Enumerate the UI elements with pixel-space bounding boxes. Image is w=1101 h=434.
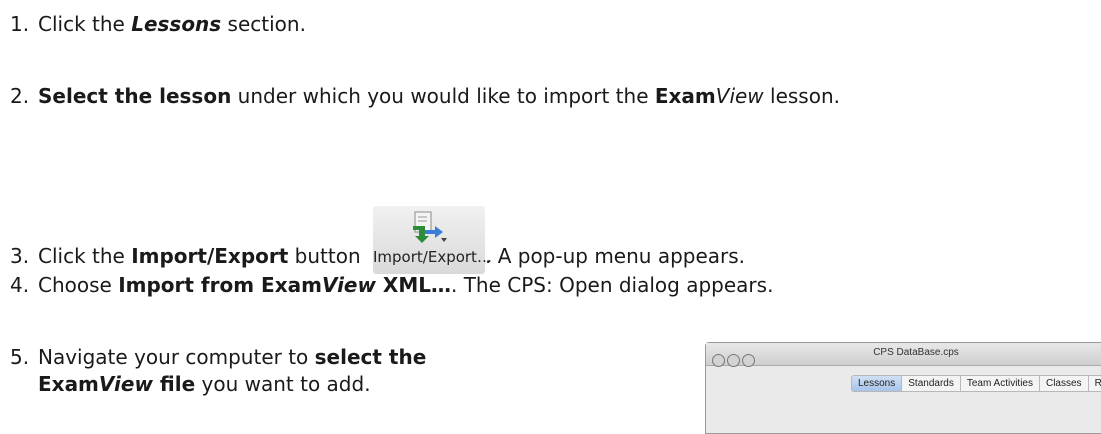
tab-lessons[interactable]: Lessons: [851, 375, 903, 392]
import-export-button[interactable]: Import/Export…: [373, 206, 492, 274]
tab-reports[interactable]: Reports: [1088, 375, 1101, 392]
step-3: 3. Click the Import/Export button Import/…: [10, 200, 745, 274]
tab-standards[interactable]: Standards: [902, 375, 961, 392]
window-title: CPS DataBase.cps: [873, 347, 959, 358]
cps-database-window: CPS DataBase.cps Lessons Standards Team Ac…: [705, 342, 1101, 434]
step-5: 5. Navigate your computer to select the: [10, 345, 427, 369]
step-2: 2. Select the lesson under which you woul…: [10, 84, 840, 108]
window-tabs: LessonsStandardsTeam ActivitiesClassesRe…: [851, 375, 1101, 392]
import-export-icon: [413, 211, 447, 243]
step-5-cont: ExamView file you want to add.: [38, 372, 371, 396]
import-export-label: Import/Export…: [373, 248, 492, 266]
step-4: 4. Choose Import from ExamView XML…. The …: [10, 273, 774, 297]
step-1: 1. Click the Lessons section.: [10, 12, 306, 36]
window-titlebar: CPS DataBase.cps: [706, 343, 1101, 367]
tab-classes[interactable]: Classes: [1039, 375, 1089, 392]
tab-team-activities[interactable]: Team Activities: [960, 375, 1040, 392]
